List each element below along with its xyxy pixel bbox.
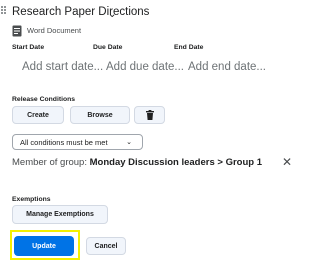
browse-button[interactable]: Browse [70,106,130,124]
due-date-field[interactable]: Add due date... [106,61,184,73]
release-conditions-label: Release Conditions [12,96,76,103]
start-date-label: Start Date [12,44,45,51]
word-document-icon [12,25,22,37]
manage-exemptions-button[interactable]: Manage Exemptions [12,205,108,224]
due-date-label: Due Date [93,44,123,51]
conditions-select-value: All conditions must be met [20,137,108,147]
conditions-select[interactable]: All conditions must be met ⌄ [12,134,143,150]
chevron-down-icon[interactable]: ⌄ [108,9,116,20]
delete-button[interactable] [134,106,165,124]
trash-icon [145,110,154,120]
update-button[interactable]: Update [14,236,74,256]
exemptions-label: Exemptions [12,196,51,203]
condition-group: Monday Discussion leaders > Group 1 [89,157,262,168]
item-title[interactable]: Research Paper Directions [12,6,149,18]
chevron-down-icon: ⌄ [126,139,132,146]
end-date-field[interactable]: Add end date... [188,61,266,73]
close-icon[interactable]: ✕ [282,155,292,169]
condition-prefix: Member of group: [12,157,87,168]
start-date-field[interactable]: Add start date... [22,61,103,73]
release-condition-item: Member of group: Monday Discussion leade… [12,157,262,168]
drag-handle-icon[interactable] [1,6,7,18]
end-date-label: End Date [174,44,204,51]
cancel-button[interactable]: Cancel [86,237,126,255]
create-button[interactable]: Create [12,106,64,124]
document-type-label: Word Document [27,26,82,35]
